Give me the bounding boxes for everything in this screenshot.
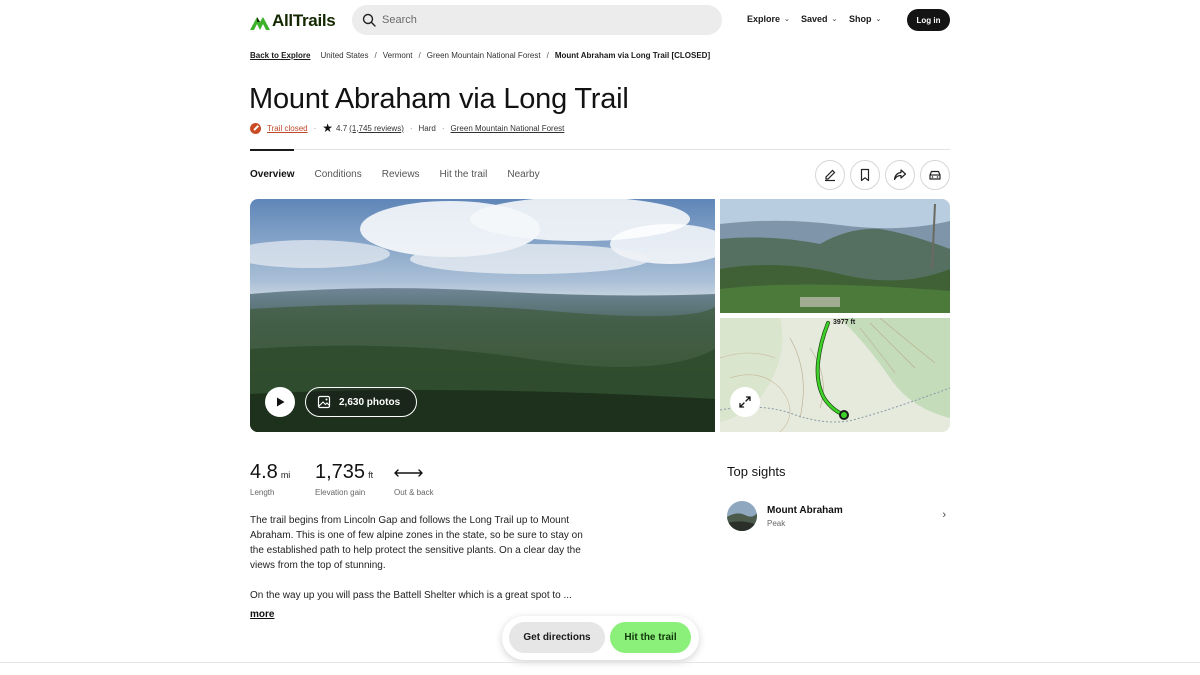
back-to-explore-link[interactable]: Back to Explore: [250, 51, 310, 60]
get-directions-button[interactable]: Get directions: [509, 622, 605, 653]
nav-saved-label: Saved: [801, 14, 828, 24]
closed-status-icon: [250, 122, 261, 134]
hit-the-trail-button[interactable]: Hit the trail: [610, 622, 691, 653]
search-input[interactable]: [382, 14, 702, 26]
chevron-down-icon: ⌄: [784, 16, 790, 23]
elevation-value: 1,735: [315, 461, 366, 483]
route-type-label: Out & back: [394, 488, 434, 497]
breadcrumb-item-country[interactable]: United States: [320, 51, 368, 60]
edit-icon: [825, 169, 836, 182]
breadcrumb: Back to Explore United States / Vermont …: [250, 51, 710, 60]
tab-bar: Overview Conditions Reviews Hit the trai…: [250, 169, 560, 180]
stat-route-type: Out & back: [394, 461, 434, 497]
nav-explore[interactable]: Explore ⌄: [747, 14, 790, 24]
length-label: Length: [250, 488, 275, 497]
breadcrumb-separator: /: [418, 51, 421, 60]
meta-separator: ·: [409, 123, 413, 133]
secondary-trail-photo[interactable]: [720, 199, 950, 313]
share-icon: [893, 169, 907, 181]
play-video-button[interactable]: [265, 387, 295, 417]
login-button[interactable]: Log in: [907, 9, 950, 31]
expand-map-button[interactable]: [730, 387, 760, 417]
nav-shop-label: Shop: [849, 14, 872, 24]
star-icon: ★: [322, 121, 334, 135]
search-icon: [362, 13, 376, 27]
meta-separator: ·: [313, 123, 317, 133]
elevation-unit: ft: [368, 470, 374, 480]
sight-name: Mount Abraham: [767, 504, 843, 516]
rating-value: 4.7: [336, 123, 348, 133]
trail-map-preview[interactable]: [720, 318, 950, 432]
breadcrumb-separator: /: [546, 51, 549, 60]
chevron-down-icon: ⌄: [875, 16, 882, 23]
stat-length: 4.8 mi Length: [250, 461, 290, 497]
breadcrumb-item-state[interactable]: Vermont: [383, 51, 413, 60]
directions-car-button[interactable]: [920, 160, 950, 190]
nav-saved[interactable]: Saved ⌄: [801, 14, 837, 24]
chevron-right-icon: ›: [942, 509, 946, 521]
photos-count: 2,630 photos: [339, 396, 401, 408]
active-tab-indicator: [250, 149, 294, 151]
share-button[interactable]: [885, 160, 915, 190]
tabs-divider: [250, 149, 950, 150]
car-icon: [929, 170, 941, 180]
breadcrumb-separator: /: [374, 51, 377, 60]
out-and-back-icon: [394, 468, 423, 477]
map-elevation-label: 3977 ft: [833, 319, 856, 326]
photo-gallery-icon: [317, 395, 331, 409]
bookmark-icon: [860, 168, 870, 182]
length-value: 4.8: [250, 461, 278, 483]
trail-description: The trail begins from Lincoln Gap and fo…: [250, 515, 583, 571]
length-unit: mi: [280, 470, 291, 480]
sight-type: Peak: [767, 518, 786, 528]
stat-elevation: 1,735 ft Elevation gain: [315, 461, 373, 497]
breadcrumb-current: Mount Abraham via Long Trail [CLOSED]: [554, 51, 711, 60]
tab-nearby[interactable]: Nearby: [507, 169, 539, 180]
sight-thumbnail: [727, 501, 757, 531]
search-bar[interactable]: [352, 5, 722, 35]
sight-item[interactable]: Mount Abraham Peak ›: [727, 500, 950, 532]
expand-icon: [739, 396, 751, 408]
elevation-label: Elevation gain: [315, 488, 366, 497]
edit-button[interactable]: [815, 160, 845, 190]
tab-hit-the-trail[interactable]: Hit the trail: [440, 169, 488, 180]
tab-overview[interactable]: Overview: [250, 169, 294, 180]
forest-link[interactable]: Green Mountain National Forest: [451, 124, 565, 133]
read-more-link[interactable]: more: [250, 609, 274, 620]
play-icon: [277, 397, 285, 407]
alltrails-logo[interactable]: AllTrails: [250, 11, 336, 31]
difficulty-label: Hard: [418, 123, 436, 133]
nav-explore-label: Explore: [747, 14, 781, 24]
breadcrumb-item-forest[interactable]: Green Mountain National Forest: [427, 51, 541, 60]
top-header: AllTrails Explore⌄ Saved⌄ Shop⌄ Log in: [0, 0, 1200, 40]
save-button[interactable]: [850, 160, 880, 190]
logo-mountain-icon: [250, 16, 270, 30]
nav-shop[interactable]: Shop ⌄: [849, 14, 881, 24]
trail-meta: Trail closed · ★ 4.7 (1,745 reviews) · H…: [250, 121, 565, 135]
trail-description-continued: On the way up you will pass the Battell …: [250, 590, 572, 601]
page-title: Mount Abraham via Long Trail: [249, 83, 629, 115]
tab-reviews[interactable]: Reviews: [382, 169, 420, 180]
trail-actions: [815, 160, 950, 190]
reviews-link[interactable]: (1,745 reviews): [349, 124, 404, 133]
chevron-down-icon: ⌄: [831, 16, 838, 23]
summit-photo-image: [720, 199, 950, 313]
view-photos-button[interactable]: 2,630 photos: [305, 387, 417, 417]
meta-separator: ·: [441, 123, 445, 133]
trail-status-link[interactable]: Trail closed: [267, 124, 308, 133]
topo-map-image: [720, 318, 950, 432]
top-sights-heading: Top sights: [727, 464, 786, 479]
page-bottom-divider: [0, 662, 1200, 663]
tab-conditions[interactable]: Conditions: [314, 169, 361, 180]
mountain-photo-image: [727, 501, 757, 531]
logo-text: AllTrails: [272, 11, 336, 30]
